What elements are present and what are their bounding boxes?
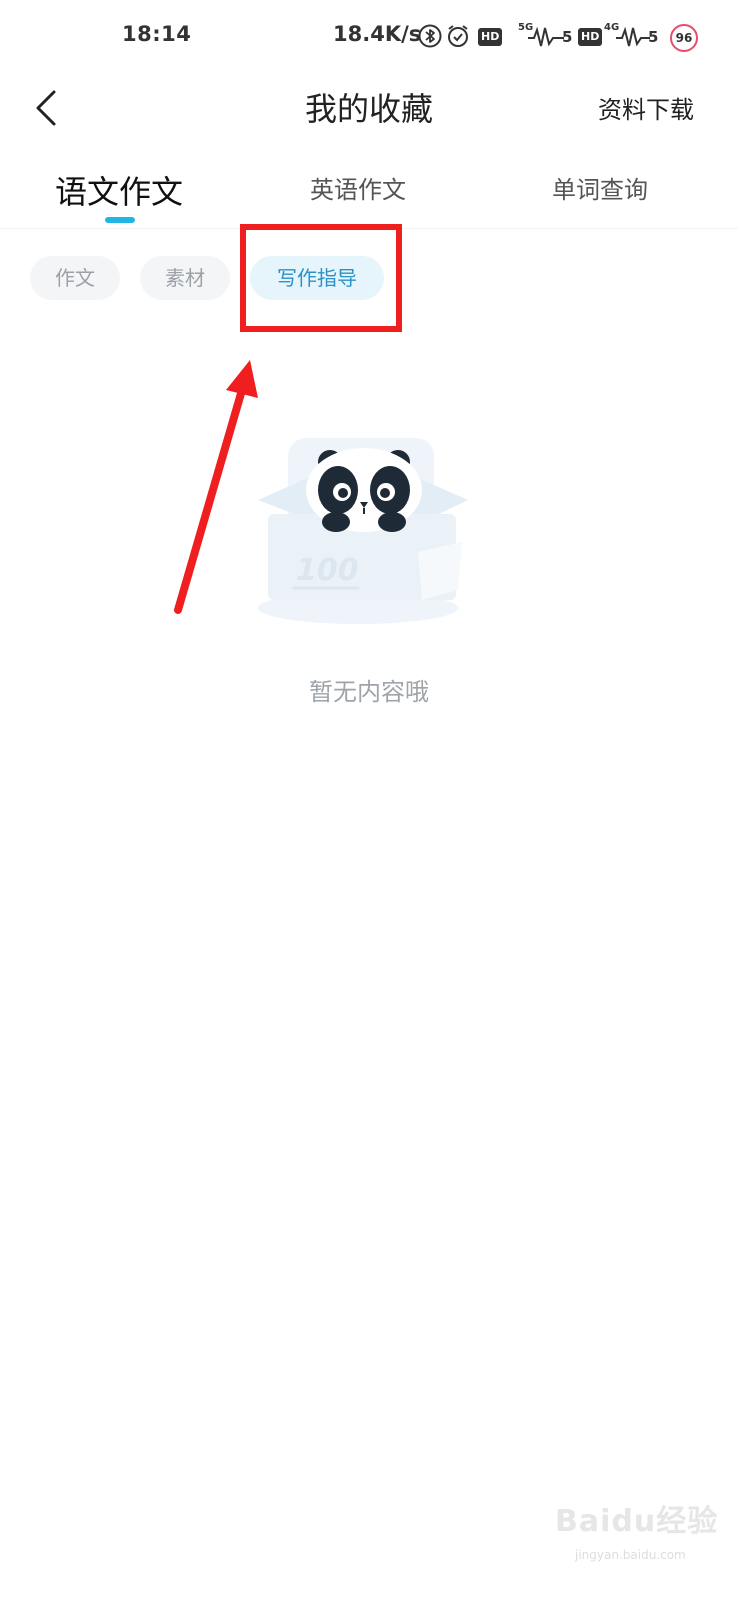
battery-indicator: 96 xyxy=(670,24,698,52)
tab-chinese-essay[interactable]: 语文作文 xyxy=(55,167,183,213)
active-tab-indicator xyxy=(105,217,135,223)
status-time: 18:14 xyxy=(122,22,192,46)
watermark: Baidu经验 xyxy=(555,1504,719,1539)
annotation-highlight-box xyxy=(240,224,402,332)
chip-essay[interactable]: 作文 xyxy=(30,256,120,300)
chip-material[interactable]: 素材 xyxy=(140,256,230,300)
signal-wave-icon xyxy=(616,26,650,47)
tab-word-lookup[interactable]: 单词查询 xyxy=(552,170,648,205)
hd-badge: HD xyxy=(578,28,603,46)
box-text: 100 xyxy=(296,553,359,588)
bluetooth-icon xyxy=(418,24,442,48)
hd-badge: HD xyxy=(478,28,503,46)
network-speed: 18.4K/s xyxy=(333,22,422,46)
signal-strength: 5 xyxy=(648,28,659,46)
empty-box-panda-illustration: 100 xyxy=(258,438,468,624)
tab-english-essay[interactable]: 英语作文 xyxy=(310,170,406,205)
signal-wave-icon xyxy=(528,26,564,47)
signal-strength: 5 xyxy=(562,28,573,46)
watermark-url: jingyan.baidu.com xyxy=(575,1548,686,1562)
alarm-icon xyxy=(448,25,468,47)
empty-state-message: 暂无内容哦 xyxy=(309,678,429,706)
download-materials-link[interactable]: 资料下载 xyxy=(598,90,694,125)
